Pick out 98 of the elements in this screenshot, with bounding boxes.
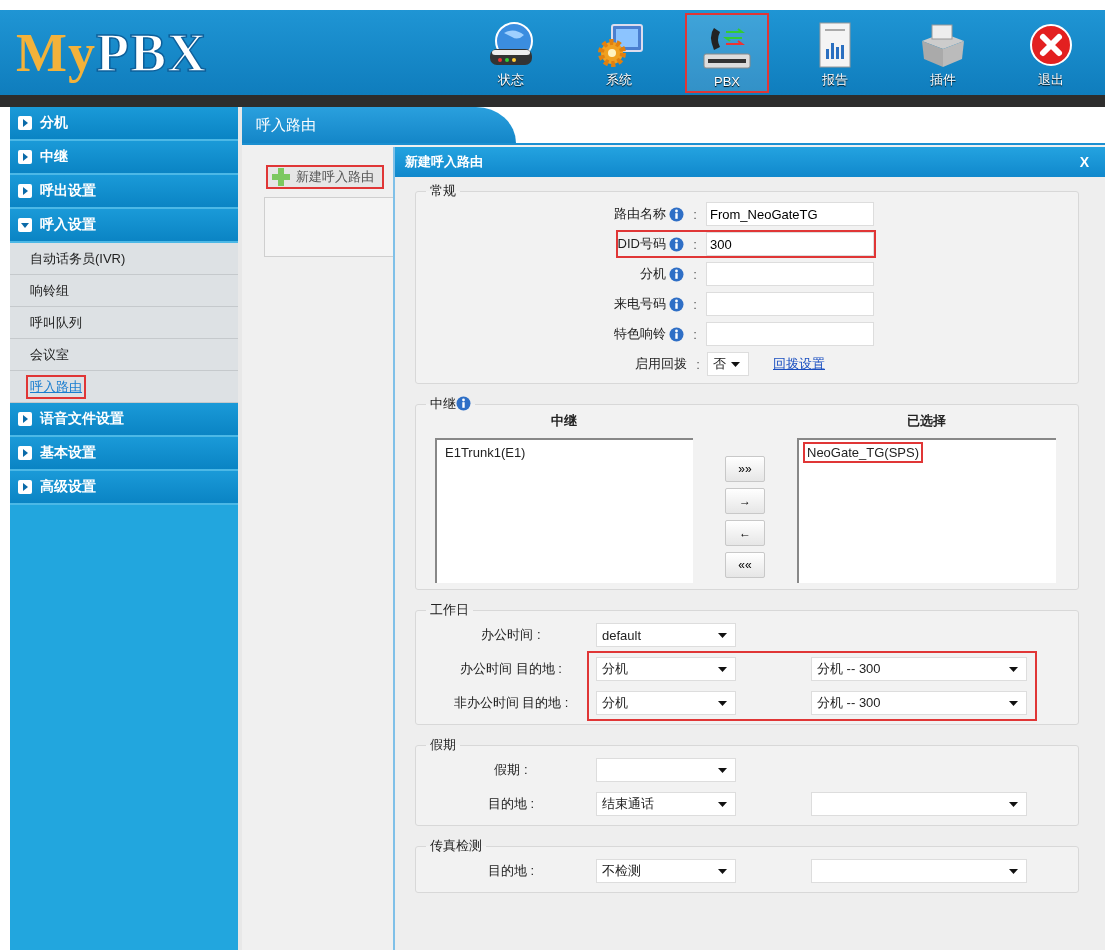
dropdown[interactable]: 结束通话	[596, 792, 736, 816]
sidebar-group[interactable]: 基本设置	[10, 437, 238, 471]
field-label: 非办公时间 目的地 :	[453, 694, 569, 712]
field-label: 特色响铃	[614, 325, 666, 343]
column-heading: 中继	[550, 412, 578, 430]
list-item[interactable]: NeoGate_TG(SPS)	[803, 442, 923, 463]
input-field[interactable]	[706, 322, 874, 346]
dropdown[interactable]: default	[596, 623, 736, 647]
move-button[interactable]: »»	[725, 456, 765, 482]
colon: :	[692, 236, 698, 252]
dropdown[interactable]	[596, 758, 736, 782]
section-legend: 传真检测	[430, 838, 482, 854]
plus-icon	[272, 168, 290, 186]
list-item[interactable]: E1Trunk1(E1)	[441, 442, 530, 463]
group-label: 高级设置	[40, 478, 96, 496]
dropdown[interactable]: 分机	[596, 657, 736, 681]
sidebar-group[interactable]: 中继	[10, 141, 238, 175]
list-box[interactable]: NeoGate_TG(SPS)	[797, 438, 1056, 583]
section-legend: 常规	[430, 183, 456, 199]
logo: MyPBX	[16, 21, 207, 84]
dropdown[interactable]: 否	[707, 352, 749, 376]
dropdown-arrow-icon	[1009, 801, 1018, 807]
dropdown[interactable]	[811, 792, 1027, 816]
input-field[interactable]	[706, 262, 874, 286]
colon: :	[692, 296, 698, 312]
group-label: 呼出设置	[40, 182, 96, 200]
field-label: 办公时间 :	[481, 626, 541, 644]
field-label: 办公时间 目的地 :	[460, 660, 562, 678]
dropdown[interactable]: 不检测	[596, 859, 736, 883]
colon: :	[692, 206, 698, 222]
field-label: 路由名称	[614, 205, 666, 223]
field-label: 假期 :	[494, 761, 528, 779]
info-icon	[669, 296, 684, 312]
callback-settings-link[interactable]: 回拨设置	[773, 355, 825, 373]
input-field[interactable]: From_NeoGateTG	[706, 202, 874, 226]
nav-item[interactable]: 插件	[901, 12, 985, 93]
info-icon	[669, 236, 684, 252]
dropdown-arrow-icon	[1009, 868, 1018, 874]
nav-item[interactable]: 报告	[793, 12, 877, 93]
dropdown-arrow-icon	[718, 632, 727, 638]
input-field[interactable]	[706, 292, 874, 316]
dropdown-arrow-icon	[718, 767, 727, 773]
move-button[interactable]: ←	[725, 520, 765, 546]
dropdown-arrow-icon	[718, 801, 727, 807]
sidebar-group[interactable]: 语音文件设置	[10, 403, 238, 437]
field-label: 目的地 :	[487, 862, 535, 880]
caret-icon	[18, 412, 32, 426]
dropdown-arrow-icon	[718, 700, 727, 706]
input-field[interactable]: 300	[706, 232, 874, 256]
sidebar-group[interactable]: 分机	[10, 107, 238, 141]
field-label: 来电号码	[614, 295, 666, 313]
dropdown[interactable]	[811, 859, 1027, 883]
new-route-button[interactable]: 新建呼入路由	[266, 165, 384, 189]
dropdown[interactable]: 分机 -- 300	[811, 657, 1027, 681]
nav-item[interactable]: 退出	[1009, 12, 1093, 93]
list-box[interactable]: E1Trunk1(E1)	[435, 438, 693, 583]
dropdown-arrow-icon	[731, 361, 740, 367]
info-icon	[669, 206, 684, 222]
dropdown[interactable]: 分机 -- 300	[811, 691, 1027, 715]
colon: :	[695, 356, 701, 372]
info-icon	[669, 266, 684, 282]
caret-icon	[18, 116, 32, 130]
field-label: 启用回拨	[635, 355, 687, 373]
dropdown[interactable]: 分机	[596, 691, 736, 715]
sidebar-group[interactable]: 呼出设置	[10, 175, 238, 209]
dropdown-arrow-icon	[1009, 700, 1018, 706]
colon: :	[692, 266, 698, 282]
group-label: 基本设置	[40, 444, 96, 462]
group-label: 分机	[40, 114, 68, 132]
group-label: 呼入设置	[40, 216, 96, 234]
caret-icon	[18, 480, 32, 494]
sidebar-item[interactable]: 会议室	[26, 342, 73, 367]
field-label: 目的地 :	[487, 795, 535, 813]
group-label: 中继	[40, 148, 68, 166]
colon: :	[692, 326, 698, 342]
move-button[interactable]: →	[725, 488, 765, 514]
info-icon	[669, 326, 684, 342]
sidebar-group[interactable]: 高级设置	[10, 471, 238, 505]
sidebar-group[interactable]: 呼入设置	[10, 209, 238, 243]
sidebar-item[interactable]: 响铃组	[26, 278, 73, 303]
dropdown-arrow-icon	[718, 868, 727, 874]
dropdown-arrow-icon	[718, 666, 727, 672]
caret-icon	[18, 184, 32, 198]
column-heading: 已选择	[906, 412, 947, 430]
caret-icon	[18, 150, 32, 164]
move-button[interactable]: ««	[725, 552, 765, 578]
section-legend: 假期	[430, 737, 456, 753]
caret-icon	[18, 218, 32, 232]
dialog-title: 新建呼入路由	[405, 153, 483, 171]
nav-item[interactable]: 状态	[469, 12, 553, 93]
field-label: 分机	[640, 265, 666, 283]
section-legend: 中继	[430, 396, 456, 412]
nav-item[interactable]: 系统	[577, 12, 661, 93]
group-label: 语音文件设置	[40, 410, 124, 428]
info-icon	[456, 396, 471, 411]
section-legend: 工作日	[430, 602, 469, 618]
dropdown-arrow-icon	[1009, 666, 1018, 672]
caret-icon	[18, 446, 32, 460]
